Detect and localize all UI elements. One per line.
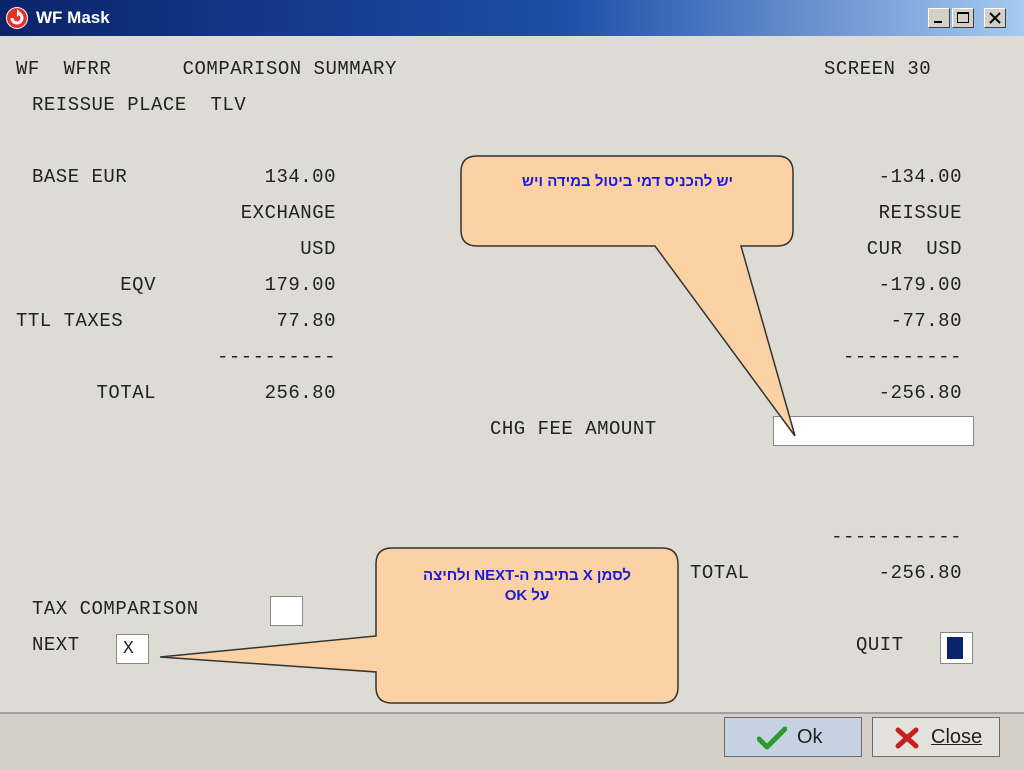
close-button[interactable]: Close: [872, 717, 1000, 757]
callout-top-text: יש להכניס דמי ביטול במידה ויש: [521, 173, 734, 190]
callout-bottom-text-line2: על OK: [504, 587, 550, 604]
checkmark-icon: [757, 726, 787, 750]
x-icon: [895, 727, 919, 749]
close-label: Close: [931, 726, 983, 748]
callout-top-shape: [460, 155, 796, 437]
button-bar: [0, 712, 1024, 770]
callout-bottom-text-line1: לסמן X בתיבת ה-NEXT ולחיצה: [423, 567, 631, 584]
ok-label: Ok: [797, 726, 823, 748]
ok-button[interactable]: Ok: [724, 717, 862, 757]
